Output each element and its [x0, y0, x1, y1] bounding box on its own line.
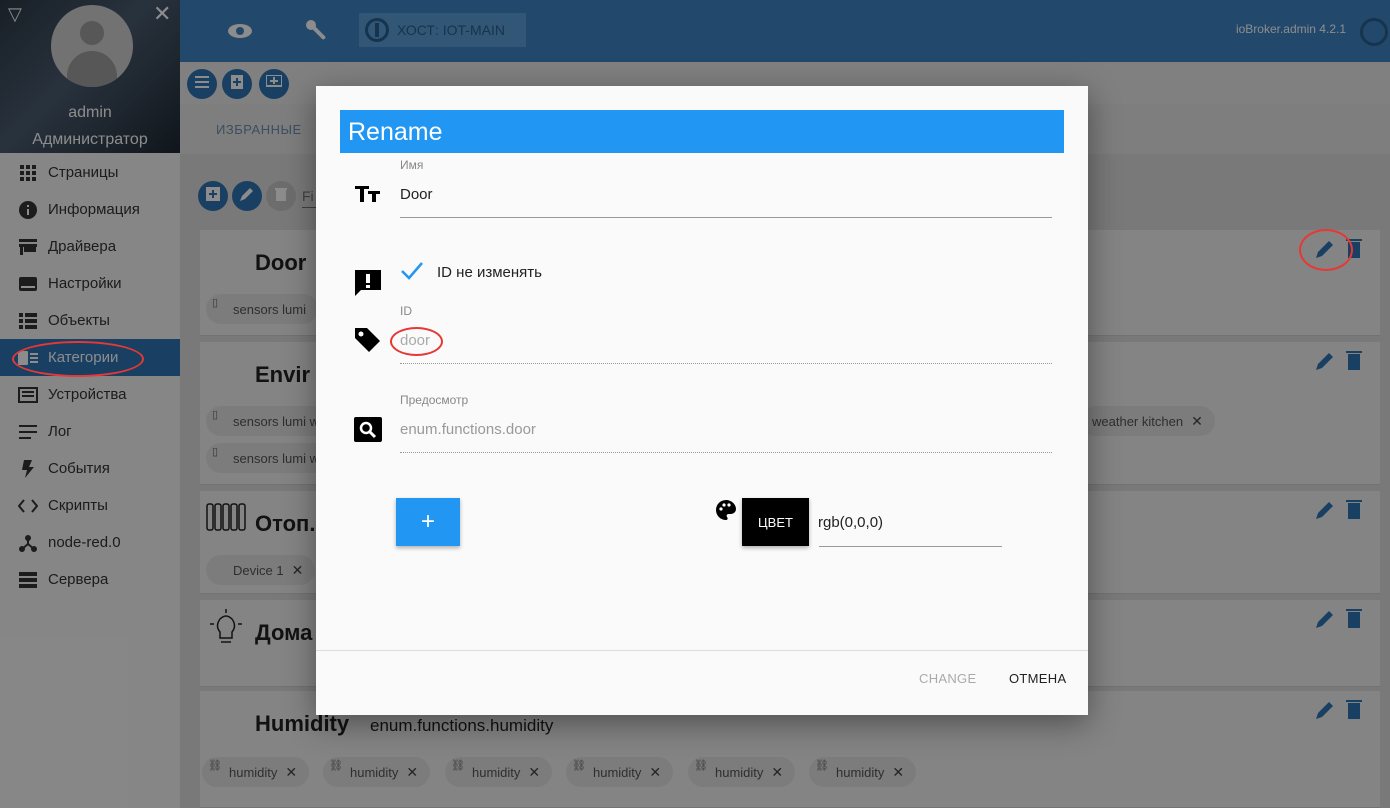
rename-dialog: Rename Имя Door ID не изменять ID door П… [316, 86, 1088, 715]
color-underline [819, 546, 1002, 547]
alert-message-icon [354, 269, 382, 297]
tag-icon [354, 326, 382, 354]
annotation-circle [12, 341, 144, 377]
annotation-circle [1299, 229, 1353, 271]
palette-icon [715, 499, 737, 526]
name-label: Имя [400, 158, 424, 172]
preview-underline [400, 452, 1052, 453]
keep-id-checkbox-label[interactable]: ID не изменять [437, 264, 542, 281]
color-button[interactable]: ЦВЕТ [742, 498, 809, 546]
search-preview-icon [354, 416, 382, 444]
change-button[interactable]: CHANGE [919, 671, 976, 686]
dialog-divider [316, 650, 1088, 651]
name-underline [400, 217, 1052, 218]
cancel-button[interactable]: ОТМЕНА [1009, 671, 1066, 686]
id-label: ID [400, 304, 412, 318]
add-icon-button[interactable]: + [396, 498, 460, 546]
color-input[interactable]: rgb(0,0,0) [818, 514, 883, 531]
dialog-title: Rename [340, 110, 1064, 153]
preview-label: Предосмотр [400, 393, 469, 407]
name-input[interactable]: Door [400, 186, 433, 203]
id-underline [400, 363, 1052, 364]
annotation-circle [390, 327, 443, 356]
checkmark-icon[interactable] [400, 261, 424, 286]
preview-value: enum.functions.door [400, 421, 536, 438]
text-format-icon [354, 180, 382, 208]
